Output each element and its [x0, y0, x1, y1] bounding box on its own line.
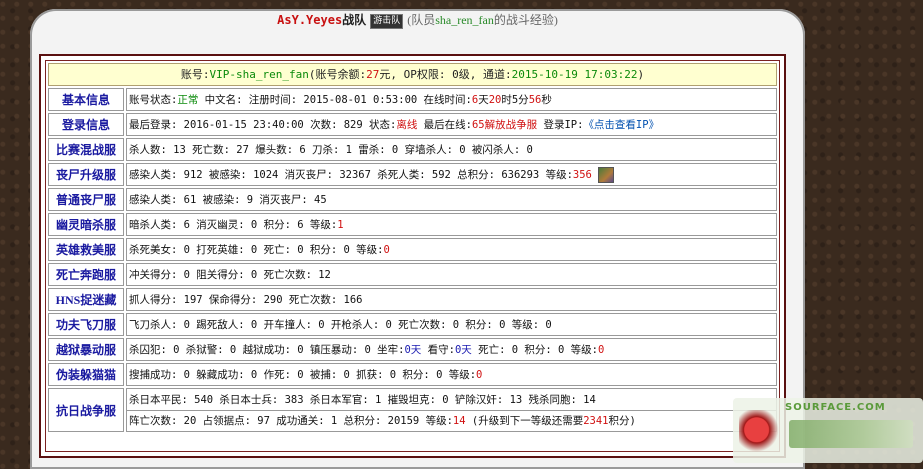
stats-table-outer: 账号:VIP-sha_ren_fan(账号余额:27元, OP权限: 0级, 通… — [39, 54, 786, 458]
label-login: 登录信息 — [48, 113, 124, 136]
member-username: sha_ren_fan — [435, 13, 494, 27]
content-basic: 账号状态:正常 中文名: 注册时间: 2015-08-01 0:53:00 在线… — [126, 88, 777, 111]
content-zombie-up: 感染人类: 912 被感染: 1024 消灭丧尸: 32367 杀死人类: 59… — [126, 163, 777, 186]
content-hide: 搜捕成功: 0 躲藏成功: 0 作死: 0 被捕: 0 抓获: 0 积分: 0 … — [126, 363, 777, 386]
label-basic: 基本信息 — [48, 88, 124, 111]
row-jail: 越狱暴动服 杀囚犯: 0 杀狱警: 0 越狱成功: 0 镇压暴动: 0 坐牢:0… — [48, 338, 777, 361]
row-hero: 英雄救美服 杀死美女: 0 打死英雄: 0 死亡: 0 积分: 0 等级:0 — [48, 238, 777, 261]
last-server: 65解放战争服 — [471, 118, 538, 131]
title-suffix: 的战斗经验) — [493, 13, 558, 27]
content-death: 冲关得分: 0 阻关得分: 0 死亡次数: 12 — [126, 263, 777, 286]
label-kungfu: 功夫飞刀服 — [48, 313, 124, 336]
row-hide: 伪装躲猫猫 搜捕成功: 0 躲藏成功: 0 作死: 0 被捕: 0 抓获: 0 … — [48, 363, 777, 386]
label-zombie-up: 丧尸升级服 — [48, 163, 124, 186]
label-death: 死亡奔跑服 — [48, 263, 124, 286]
label-hero: 英雄救美服 — [48, 238, 124, 261]
row-mix: 比赛混战服 杀人数: 13 死亡数: 27 爆头数: 6 刀杀: 1 雷杀: 0… — [48, 138, 777, 161]
account-label: 账号: — [180, 68, 210, 81]
row-zombie: 普通丧尸服 感染人类: 61 被感染: 9 消灭丧尸: 45 — [48, 188, 777, 211]
label-zombie: 普通丧尸服 — [48, 188, 124, 211]
content-war: 杀日本平民: 540 杀日本士兵: 383 杀日本军官: 1 摧毁坦克: 0 铲… — [126, 388, 777, 432]
account-status: 正常 — [177, 93, 199, 106]
content-hns: 抓人得分: 197 保命得分: 290 死亡次数: 166 — [126, 288, 777, 311]
content-mix: 杀人数: 13 死亡数: 27 爆头数: 6 刀杀: 1 雷杀: 0 穿墙杀人:… — [126, 138, 777, 161]
row-ghost: 幽灵暗杀服 暗杀人类: 6 消灭幽灵: 0 积分: 6 等级:1 — [48, 213, 777, 236]
row-login: 登录信息 最后登录: 2016-01-15 23:40:00 次数: 829 状… — [48, 113, 777, 136]
content-kungfu: 飞刀杀人: 0 踢死敌人: 0 开车撞人: 0 开枪杀人: 0 死亡次数: 0 … — [126, 313, 777, 336]
site-watermark: SOURFACE.COM — [733, 398, 923, 463]
row-hns: HNS捉迷藏 抓人得分: 197 保命得分: 290 死亡次数: 166 — [48, 288, 777, 311]
row-basic: 基本信息 账号状态:正常 中文名: 注册时间: 2015-08-01 0:53:… — [48, 88, 777, 111]
account-user: VIP-sha_ren_fan — [209, 68, 309, 81]
row-death: 死亡奔跑服 冲关得分: 0 阻关得分: 0 死亡次数: 12 — [48, 263, 777, 286]
stats-table: 账号:VIP-sha_ren_fan(账号余额:27元, OP权限: 0级, 通… — [45, 60, 780, 452]
label-war: 抗日战争服 — [48, 388, 124, 432]
label-hide: 伪装躲猫猫 — [48, 363, 124, 386]
rank-avatar-icon — [597, 166, 614, 183]
online-state: 离线 — [396, 118, 418, 131]
row-war: 抗日战争服 杀日本平民: 540 杀日本士兵: 383 杀日本军官: 1 摧毁坦… — [48, 388, 777, 432]
balance-label: (账号余额: — [308, 68, 367, 81]
content-hero: 杀死美女: 0 打死英雄: 0 死亡: 0 积分: 0 等级:0 — [126, 238, 777, 261]
account-header: 账号:VIP-sha_ren_fan(账号余额:27元, OP权限: 0级, 通… — [48, 63, 777, 86]
watermark-logo-bar — [789, 420, 913, 448]
label-jail: 越狱暴动服 — [48, 338, 124, 361]
content-ghost: 暗杀人类: 6 消灭幽灵: 0 积分: 6 等级:1 — [126, 213, 777, 236]
title-prefix: (队员 — [407, 13, 436, 27]
content-zombie: 感染人类: 61 被感染: 9 消灭丧尸: 45 — [126, 188, 777, 211]
account-date: 2015-10-19 17:03:22 — [511, 68, 638, 81]
content-login: 最后登录: 2016-01-15 23:40:00 次数: 829 状态:离线 … — [126, 113, 777, 136]
watermark-text: SOURFACE.COM — [785, 402, 886, 413]
label-mix: 比赛混战服 — [48, 138, 124, 161]
site-logo-icon — [739, 410, 783, 454]
account-close: ) — [637, 68, 645, 81]
label-hns: HNS捉迷藏 — [48, 288, 124, 311]
row-zombie-up: 丧尸升级服 感染人类: 912 被感染: 1024 消灭丧尸: 32367 杀死… — [48, 163, 777, 186]
label-ghost: 幽灵暗杀服 — [48, 213, 124, 236]
view-ip-link[interactable]: 《点击查看IP》 — [583, 119, 659, 131]
account-balance: 27 — [366, 68, 380, 81]
page-title: AsY.Yeyes战队 游击队 (队员sha_ren_fan的战斗经验) — [30, 12, 805, 29]
content-jail: 杀囚犯: 0 杀狱警: 0 越狱成功: 0 镇压暴动: 0 坐牢:0天 看守:0… — [126, 338, 777, 361]
main-panel: AsY.Yeyes战队 游击队 (队员sha_ren_fan的战斗经验) 账号:VI… — [30, 9, 805, 469]
team-name: AsY.Yeyes — [277, 13, 343, 27]
op-label: 元, OP权限: 0级, 通道: — [379, 68, 512, 81]
team-suffix: 战队 — [342, 13, 367, 27]
team-badge: 游击队 — [370, 14, 404, 29]
row-kungfu: 功夫飞刀服 飞刀杀人: 0 踢死敌人: 0 开车撞人: 0 开枪杀人: 0 死亡… — [48, 313, 777, 336]
